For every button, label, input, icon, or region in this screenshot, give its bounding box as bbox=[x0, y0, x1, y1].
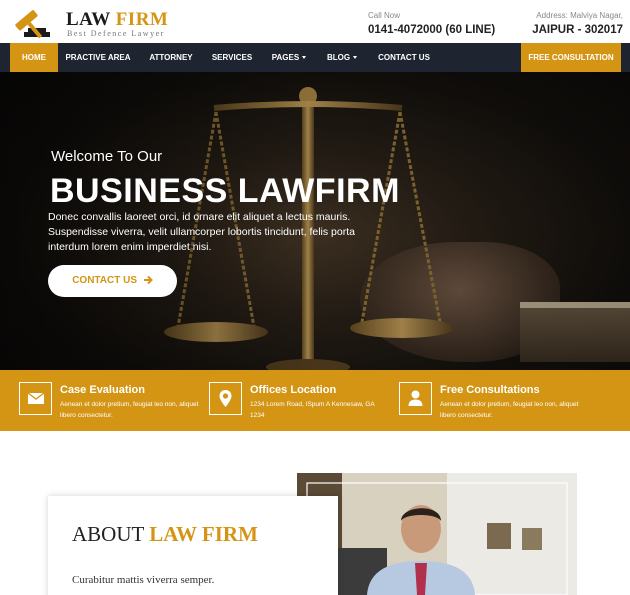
feature-title: Offices Location bbox=[250, 384, 337, 396]
about-text: Curabitur mattis viverra semper. bbox=[72, 574, 215, 586]
contact-us-button-label: CONTACT US bbox=[72, 275, 138, 286]
nav-practice-area[interactable]: PRACTIVE AREA bbox=[62, 43, 134, 72]
map-pin-icon bbox=[209, 382, 242, 415]
about-card: ABOUT LAW FIRM Curabitur mattis viverra … bbox=[48, 496, 338, 595]
hero-welcome-text: Welcome To Our bbox=[51, 148, 163, 165]
chevron-down-icon bbox=[302, 56, 307, 60]
about-title-part1: ABOUT bbox=[72, 522, 144, 546]
nav-services[interactable]: SERVICES bbox=[206, 43, 258, 72]
attorney-photo bbox=[297, 473, 577, 595]
nav-services-label: SERVICES bbox=[211, 53, 253, 62]
features-strip: Case Evaluation Aenean et dolor pretium,… bbox=[0, 370, 630, 431]
free-consultation-button[interactable]: FREE CONSULTATION bbox=[521, 43, 621, 72]
address-value: JAIPUR - 302017 bbox=[532, 24, 623, 36]
nav-contact-us-label: CONTACT US bbox=[378, 53, 430, 62]
logo-title-part2: FIRM bbox=[115, 9, 169, 30]
call-number[interactable]: 0141-4072000 (60 LINE) bbox=[368, 24, 495, 36]
contact-us-button[interactable]: CONTACT US bbox=[48, 265, 177, 297]
feature-text: 1234 Lorem Road, ISpum A Kennesaw, GA 12… bbox=[250, 401, 375, 419]
about-title: ABOUT LAW FIRM bbox=[72, 522, 258, 547]
hero-title: BUSINESS LAWFIRM bbox=[50, 172, 400, 210]
feature-title: Case Evaluation bbox=[60, 384, 145, 396]
logo[interactable]: LAW FIRM Best Defence Lawyer bbox=[10, 5, 180, 39]
logo-tagline: Best Defence Lawyer bbox=[67, 29, 165, 38]
chevron-down-icon bbox=[353, 56, 358, 60]
nav-blog[interactable]: BLOG bbox=[321, 43, 363, 72]
user-icon bbox=[399, 382, 432, 415]
main-navbar: HOME PRACTIVE AREA ATTORNEY SERVICES PAG… bbox=[0, 43, 630, 72]
call-label: Call Now bbox=[368, 11, 401, 20]
nav-attorney-label: ATTORNEY bbox=[149, 53, 193, 62]
hero-banner: Welcome To Our BUSINESS LAWFIRM Donec co… bbox=[0, 72, 630, 370]
nav-blog-label: BLOG bbox=[326, 53, 351, 62]
feature-text: Aenean et dolor pretium, feugiat leo non… bbox=[440, 401, 579, 419]
feature-title: Free Consultations bbox=[440, 384, 540, 396]
feature-case-evaluation[interactable]: Case Evaluation Aenean et dolor pretium,… bbox=[19, 370, 204, 431]
feature-free-consultations[interactable]: Free Consultations Aenean et dolor preti… bbox=[399, 370, 584, 431]
envelope-icon bbox=[19, 382, 52, 415]
feature-offices-location[interactable]: Offices Location 1234 Lorem Road, ISpum … bbox=[209, 370, 394, 431]
nav-attorney[interactable]: ATTORNEY bbox=[142, 43, 200, 72]
logo-title: LAW FIRM bbox=[66, 9, 168, 31]
nav-pages-label: PAGES bbox=[271, 53, 300, 62]
nav-practice-area-label: PRACTIVE AREA bbox=[65, 53, 131, 62]
arrow-right-icon bbox=[143, 276, 153, 285]
hero-description: Donec convallis laoreet orci, id ornare … bbox=[48, 211, 355, 253]
nav-home[interactable]: HOME bbox=[10, 43, 58, 72]
nav-contact-us[interactable]: CONTACT US bbox=[373, 43, 435, 72]
feature-text: Aenean et dolor pretium, feugiat leo non… bbox=[60, 401, 199, 419]
nav-home-label: HOME bbox=[22, 53, 46, 62]
nav-pages[interactable]: PAGES bbox=[264, 43, 314, 72]
site-header: LAW FIRM Best Defence Lawyer Call Now 01… bbox=[0, 0, 630, 43]
gavel-icon bbox=[15, 10, 50, 39]
address-label: Address: Malviya Nagar, bbox=[536, 11, 623, 20]
logo-title-part1: LAW bbox=[66, 9, 111, 30]
about-title-part2: LAW FIRM bbox=[149, 522, 258, 546]
